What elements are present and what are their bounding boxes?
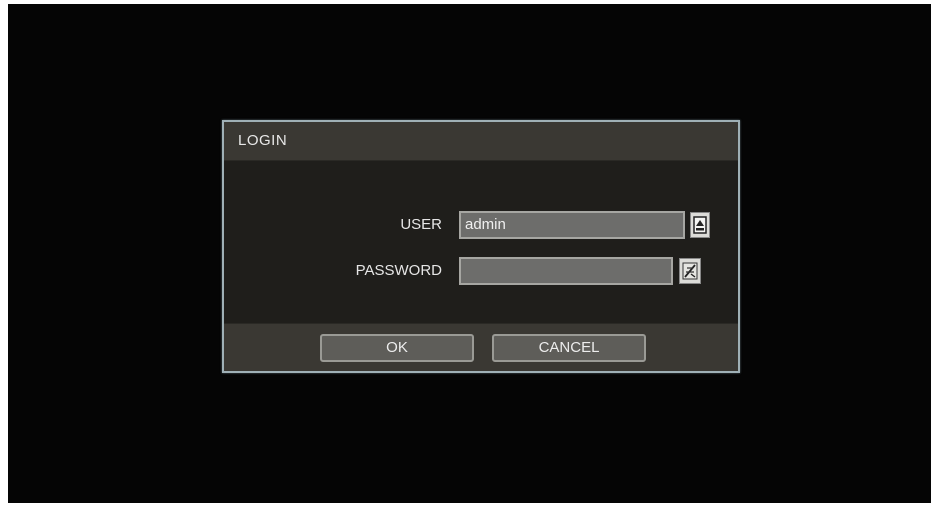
- dialog-footer: OK CANCEL: [224, 323, 738, 371]
- dialog-title: LOGIN: [224, 122, 738, 161]
- virtual-keyboard-icon[interactable]: [679, 258, 701, 284]
- ok-button[interactable]: OK: [320, 334, 474, 362]
- user-field[interactable]: admin: [459, 211, 685, 239]
- cancel-button[interactable]: CANCEL: [492, 334, 646, 362]
- screen-background: LOGIN USER admin PASSWORD OK CANCEL: [8, 4, 931, 503]
- user-select-icon[interactable]: [690, 212, 710, 238]
- password-label: PASSWORD: [355, 262, 442, 279]
- user-label: USER: [400, 216, 442, 233]
- password-field[interactable]: [459, 257, 673, 285]
- user-row: USER admin: [224, 211, 738, 239]
- login-dialog: LOGIN USER admin PASSWORD OK CANCEL: [222, 120, 740, 373]
- password-row: PASSWORD: [224, 257, 738, 285]
- dialog-body: USER admin PASSWORD: [224, 161, 738, 327]
